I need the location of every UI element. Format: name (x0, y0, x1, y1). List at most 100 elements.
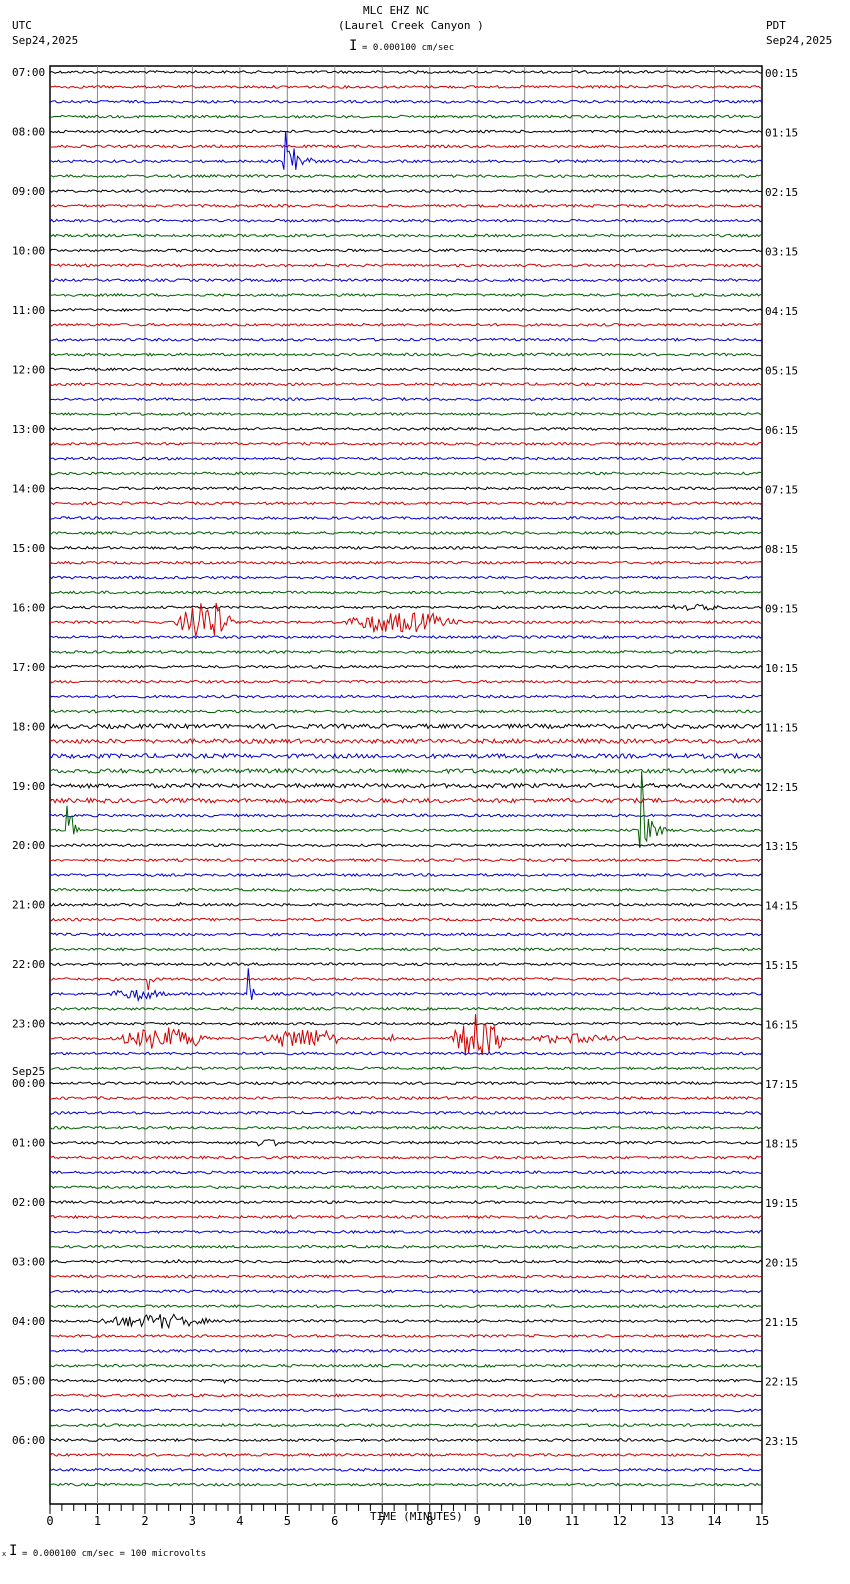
right-time-label: 01:15 (765, 126, 798, 139)
seismic-trace (49, 99, 763, 104)
seismic-trace (49, 977, 763, 991)
seismic-trace (49, 1378, 763, 1385)
seismic-trace (49, 233, 763, 238)
seismic-trace (49, 441, 763, 446)
seismic-trace (49, 709, 763, 714)
seismic-trace (49, 813, 763, 818)
seismic-trace (49, 901, 762, 907)
left-time-label: 14:00 (12, 482, 45, 495)
x-tick-label: 2 (141, 1514, 148, 1528)
left-time-label: 09:00 (12, 185, 45, 198)
seismic-trace (49, 1229, 763, 1234)
right-time-label: 17:15 (765, 1078, 798, 1091)
seismic-trace (49, 679, 763, 684)
seismic-trace (49, 1408, 763, 1413)
seismic-trace (49, 1006, 763, 1011)
left-time-label: 16:00 (12, 601, 45, 614)
seismic-trace (49, 887, 763, 892)
left-time-label: 15:00 (12, 542, 45, 555)
right-time-label: 12:15 (765, 781, 798, 794)
left-time-label: 19:00 (12, 780, 45, 793)
seismic-trace (49, 694, 763, 699)
footer-prefix: x (2, 1550, 7, 1558)
left-time-label: 10:00 (12, 244, 45, 257)
x-tick-label: 5 (284, 1514, 291, 1528)
seismic-trace (49, 767, 763, 775)
left-time-label: 03:00 (12, 1256, 45, 1269)
x-tick-label: 0 (46, 1514, 53, 1528)
seismic-trace (49, 1333, 763, 1338)
seismic-trace (49, 1467, 763, 1472)
seismic-trace (49, 293, 763, 298)
seismic-trace (49, 1185, 763, 1190)
seismic-trace (49, 174, 762, 179)
right-time-label: 05:15 (765, 364, 798, 377)
seismic-trace (49, 1289, 763, 1294)
seismic-trace (49, 84, 763, 89)
x-tick-label: 11 (565, 1514, 579, 1528)
seismic-trace (49, 649, 763, 654)
left-time-label: 17:00 (12, 661, 45, 674)
seismic-trace (49, 307, 763, 313)
seismic-trace (49, 129, 763, 134)
seismic-trace (49, 501, 763, 506)
right-time-label: 18:15 (765, 1138, 798, 1151)
left-time-label: 22:00 (12, 958, 45, 971)
seismic-trace (49, 1081, 763, 1086)
seismic-trace (49, 263, 763, 268)
x-tick-label: 4 (236, 1514, 243, 1528)
left-time-label: 05:00 (12, 1375, 45, 1388)
seismic-trace (49, 664, 763, 669)
right-time-label: 03:15 (765, 245, 798, 258)
x-tick-label: 6 (331, 1514, 338, 1528)
x-tick-label: 15 (755, 1514, 769, 1528)
right-time-label: 20:15 (765, 1257, 798, 1270)
right-time-label: 07:15 (765, 483, 798, 496)
x-tick-label: 13 (660, 1514, 674, 1528)
seismic-trace (49, 634, 763, 640)
seismic-trace (49, 962, 763, 967)
seismic-trace (49, 1304, 763, 1309)
seismic-trace (49, 1274, 763, 1279)
x-tick-label: 12 (612, 1514, 626, 1528)
seismic-trace (49, 1313, 762, 1330)
seismic-trace (49, 248, 763, 253)
seismic-trace (49, 1258, 763, 1264)
seismic-trace (49, 1155, 763, 1160)
left-time-label: 02:00 (12, 1196, 45, 1209)
seismic-trace (49, 1014, 763, 1056)
left-time-label: 00:00 (12, 1077, 45, 1090)
seismic-trace (49, 367, 763, 372)
seismic-trace (49, 1452, 763, 1458)
x-tick-label: 3 (189, 1514, 196, 1528)
seismic-trace (49, 771, 763, 849)
right-time-label: 00:15 (765, 67, 798, 80)
right-time-label: 22:15 (765, 1376, 798, 1389)
footer-scale-bar-icon: I (9, 1543, 18, 1559)
seismic-trace (49, 968, 763, 1003)
seismic-trace (49, 322, 763, 327)
seismic-trace (49, 947, 763, 952)
seismic-trace (49, 1393, 763, 1398)
seismic-trace (49, 382, 763, 387)
seismic-trace (49, 603, 763, 612)
seismic-trace (49, 530, 763, 536)
right-time-label: 08:15 (765, 543, 798, 556)
right-time-label: 04:15 (765, 305, 798, 318)
right-time-label: 09:15 (765, 602, 798, 615)
seismic-trace (49, 411, 763, 417)
seismic-trace (49, 1125, 763, 1130)
x-tick-label: 9 (474, 1514, 481, 1528)
seismic-trace (49, 516, 763, 521)
seismic-trace (49, 1139, 763, 1147)
seismic-trace (49, 575, 763, 580)
helicorder-plot: 0 1 2 3 4 5 6 7 8 9 10 11 12 13 14 1507:0008:0009:0010:… (12, 65, 798, 1528)
seismic-trace (49, 545, 763, 550)
seismic-trace (49, 752, 762, 760)
right-time-label: 14:15 (765, 900, 798, 913)
right-time-label: 02:15 (765, 186, 798, 199)
seismic-trace (49, 114, 763, 119)
right-time-label: 23:15 (765, 1435, 798, 1448)
left-time-label: 07:00 (12, 66, 45, 79)
seismic-trace (49, 218, 763, 223)
